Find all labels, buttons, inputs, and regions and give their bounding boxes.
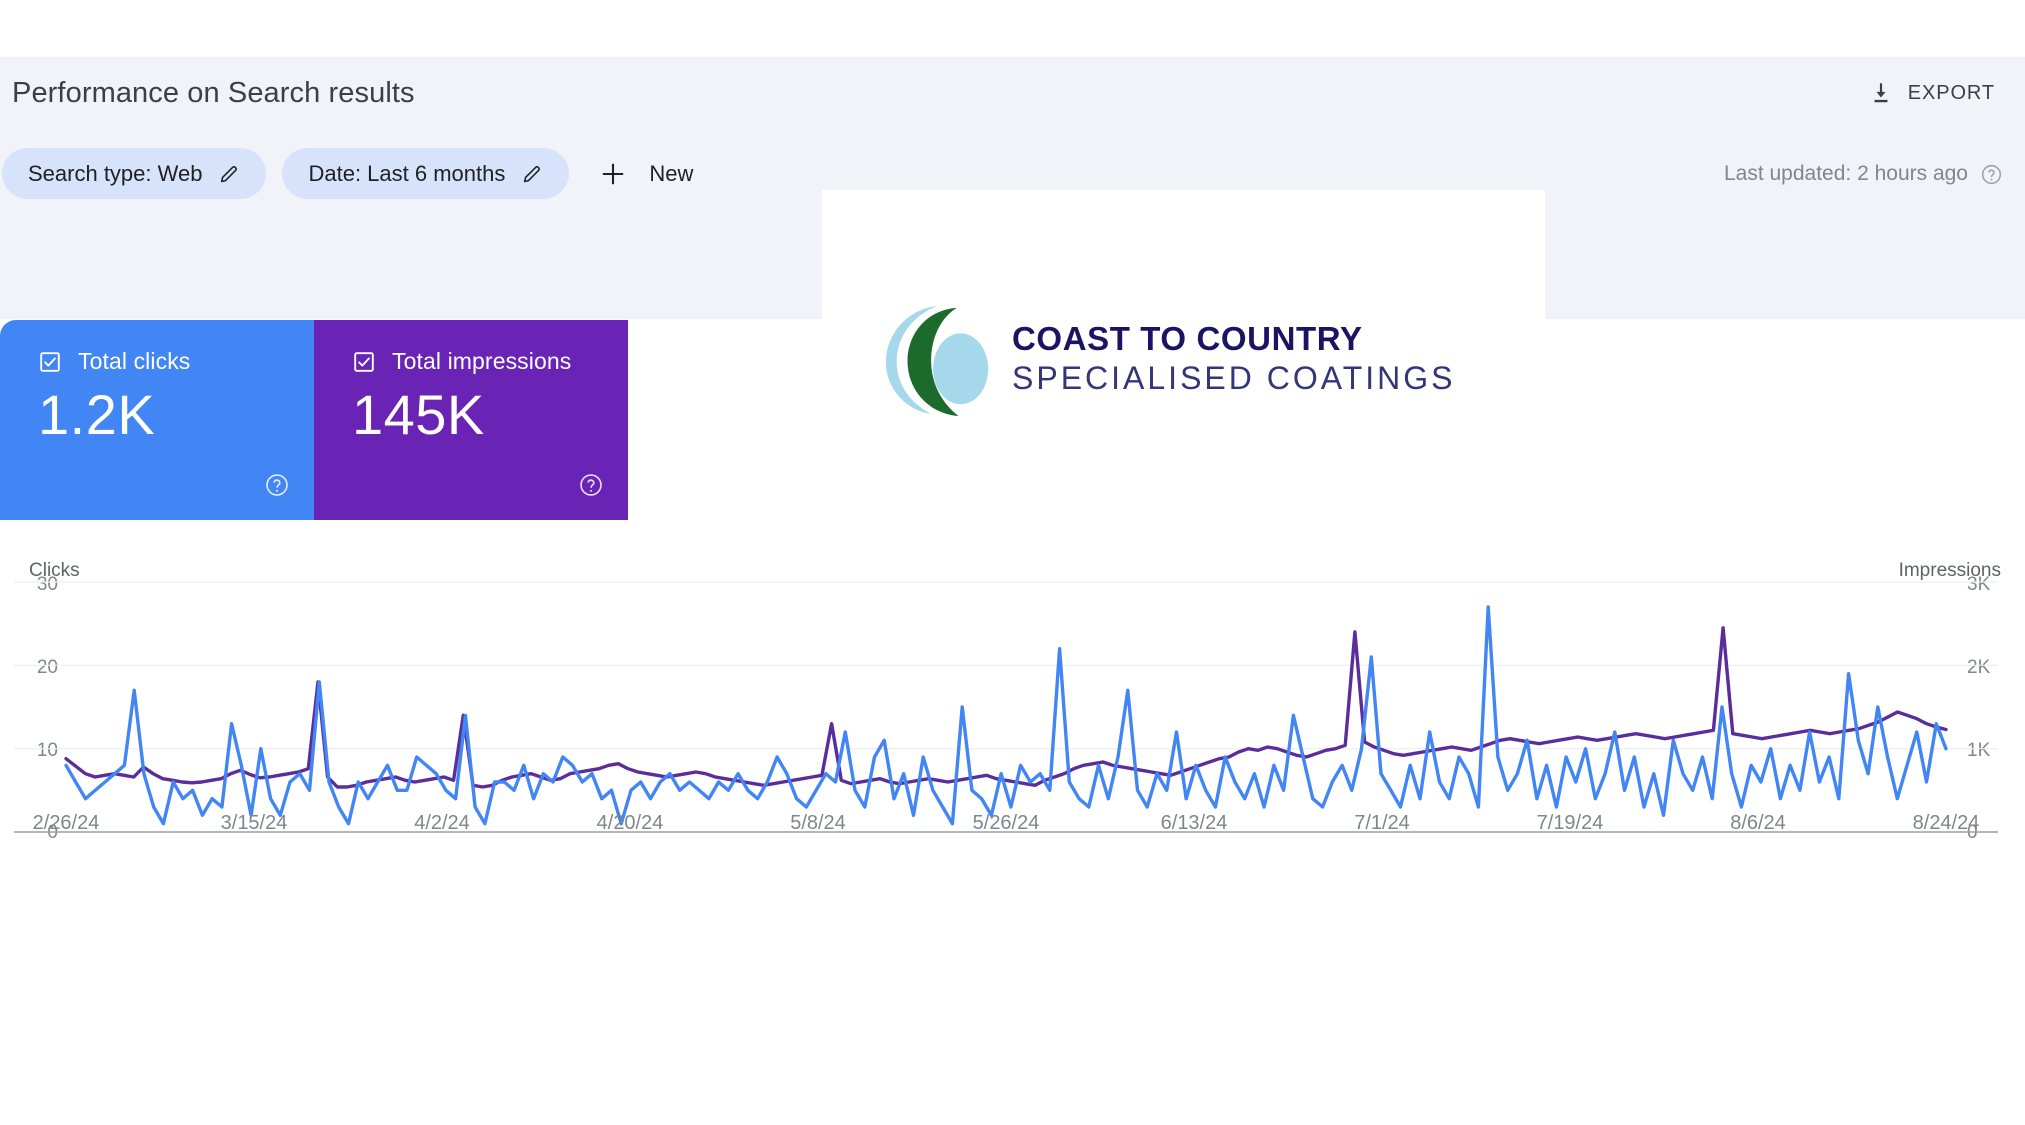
- y-axis-right-ticks: 3K 2K 1K 0: [1967, 520, 2015, 1000]
- last-updated-text: Last updated: 2 hours ago: [1724, 162, 1968, 186]
- filter-chip-search-type[interactable]: Search type: Web: [2, 148, 266, 199]
- export-button[interactable]: EXPORT: [1868, 80, 2003, 106]
- performance-chart: Clicks Impressions 30 20 10 0 3K 2K 1K 0: [0, 520, 2025, 1000]
- logo-wordmark: COAST TO COUNTRY SPECIALISED COATINGS: [1012, 320, 1456, 398]
- metric-card-value: 1.2K: [38, 387, 314, 443]
- new-filter-label: New: [649, 161, 693, 187]
- x-tick-label: 6/13/24: [1161, 812, 1228, 835]
- page-header: Performance on Search results EXPORT: [0, 57, 2025, 129]
- x-tick-label: 5/26/24: [973, 812, 1040, 835]
- crescent-circle-logo-icon: [880, 300, 998, 418]
- filter-chip-date[interactable]: Date: Last 6 months: [282, 148, 569, 199]
- plus-icon: [599, 160, 627, 188]
- pencil-icon[interactable]: [521, 163, 543, 185]
- chip-label: Search type: Web: [28, 161, 202, 187]
- x-tick-label: 2/26/24: [33, 812, 100, 835]
- x-tick-label: 3/15/24: [221, 812, 288, 835]
- y-tick-left: 10: [10, 740, 58, 762]
- company-logo: COAST TO COUNTRY SPECIALISED COATINGS: [880, 300, 1456, 418]
- download-icon: [1868, 80, 1894, 106]
- export-label: EXPORT: [1908, 82, 1995, 105]
- metric-card-total-impressions[interactable]: Total impressions 145K: [314, 320, 628, 520]
- help-circle-icon[interactable]: [578, 472, 604, 498]
- x-tick-label: 7/19/24: [1537, 812, 1604, 835]
- chip-label: Date: Last 6 months: [308, 161, 505, 187]
- checkbox-checked-icon[interactable]: [352, 350, 376, 374]
- x-tick-label: 8/6/24: [1730, 812, 1786, 835]
- last-updated: Last updated: 2 hours ago: [1724, 162, 2003, 186]
- x-tick-label: 7/1/24: [1354, 812, 1410, 835]
- y-tick-left: 20: [10, 657, 58, 679]
- x-tick-label: 4/2/24: [414, 812, 470, 835]
- top-white-strip: [0, 0, 2025, 57]
- x-tick-label: 5/8/24: [790, 812, 846, 835]
- metric-card-header: Total clicks: [38, 348, 314, 375]
- y-tick-right: 1K: [1967, 740, 2015, 762]
- x-tick-label: 4/20/24: [597, 812, 664, 835]
- series-line-impressions: [66, 628, 1946, 787]
- pencil-icon[interactable]: [218, 163, 240, 185]
- metric-card-total-clicks[interactable]: Total clicks 1.2K: [0, 320, 314, 520]
- y-tick-left: 30: [10, 574, 58, 596]
- filter-chips-row: Search type: Web Date: Last 6 months: [0, 148, 711, 199]
- chart-plot-area: [66, 582, 1946, 832]
- logo-line-2: SPECIALISED COATINGS: [1012, 359, 1456, 398]
- bottom-white-strip: [0, 1000, 2025, 1125]
- x-axis-labels: 2/26/24 3/15/24 4/2/24 4/20/24 5/8/24 5/26/24…: [0, 812, 2025, 852]
- metric-card-value: 145K: [352, 387, 628, 443]
- page-title: Performance on Search results: [8, 77, 415, 110]
- chart-svg: [66, 582, 1946, 832]
- metric-cards: Total clicks 1.2K Total impres: [0, 320, 628, 520]
- series-line-clicks: [66, 607, 1946, 824]
- metric-card-header: Total impressions: [352, 348, 628, 375]
- metric-card-label: Total impressions: [392, 348, 571, 375]
- search-console-performance-page: Performance on Search results EXPORT Sea…: [0, 0, 2025, 1125]
- help-circle-icon[interactable]: [1980, 163, 2003, 186]
- metric-card-label: Total clicks: [78, 348, 190, 375]
- help-circle-icon[interactable]: [264, 472, 290, 498]
- y-tick-right: 2K: [1967, 657, 2015, 679]
- checkbox-checked-icon[interactable]: [38, 350, 62, 374]
- y-tick-right: 3K: [1967, 574, 2015, 596]
- y-axis-left-ticks: 30 20 10 0: [10, 520, 58, 1000]
- new-filter-button[interactable]: New: [585, 148, 711, 199]
- x-tick-label: 8/24/24: [1913, 812, 1980, 835]
- logo-line-1: COAST TO COUNTRY: [1012, 320, 1456, 359]
